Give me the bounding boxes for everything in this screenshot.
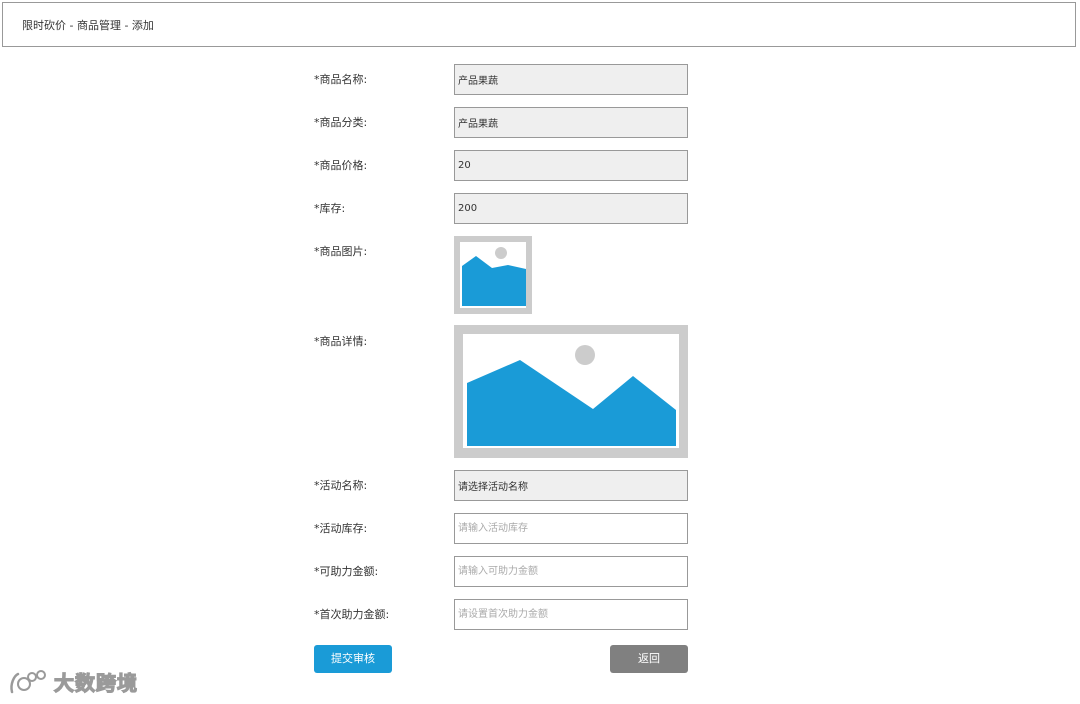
stock-label: *库存:: [314, 202, 346, 215]
product-detail-label: *商品详情:: [314, 335, 368, 348]
assist-amount-label: *可助力金额:: [314, 565, 379, 578]
product-category-field[interactable]: [454, 107, 688, 138]
activity-stock-input[interactable]: [454, 513, 688, 544]
product-price-field[interactable]: [454, 150, 688, 181]
first-assist-amount-label: *首次助力金额:: [314, 608, 390, 621]
breadcrumb: 限时砍价 - 商品管理 - 添加: [2, 2, 1076, 47]
watermark: 大数跨境: [8, 668, 138, 698]
watermark-text: 大数跨境: [53, 670, 138, 695]
activity-name-select[interactable]: [454, 470, 688, 501]
product-name-field[interactable]: [454, 64, 688, 95]
product-category-label: *商品分类:: [314, 116, 368, 129]
stock-field[interactable]: [454, 193, 688, 224]
logo-icon: [10, 670, 46, 694]
back-button[interactable]: 返回: [610, 645, 688, 673]
image-placeholder-icon: [463, 334, 679, 448]
activity-name-label: *活动名称:: [314, 479, 368, 492]
activity-stock-label: *活动库存:: [314, 522, 368, 535]
first-assist-amount-input[interactable]: [454, 599, 688, 630]
product-detail-upload[interactable]: [454, 325, 688, 458]
product-image-label: *商品图片:: [314, 245, 368, 258]
product-image-upload[interactable]: [454, 236, 532, 314]
assist-amount-input[interactable]: [454, 556, 688, 587]
product-name-label: *商品名称:: [314, 73, 368, 86]
submit-review-button[interactable]: 提交审核: [314, 645, 392, 673]
product-price-label: *商品价格:: [314, 159, 368, 172]
image-placeholder-icon: [460, 242, 526, 308]
page: 限时砍价 - 商品管理 - 添加 *商品名称: *商品分类: *商品价格: *库…: [0, 0, 1080, 704]
breadcrumb-text: 限时砍价 - 商品管理 - 添加: [22, 19, 154, 32]
